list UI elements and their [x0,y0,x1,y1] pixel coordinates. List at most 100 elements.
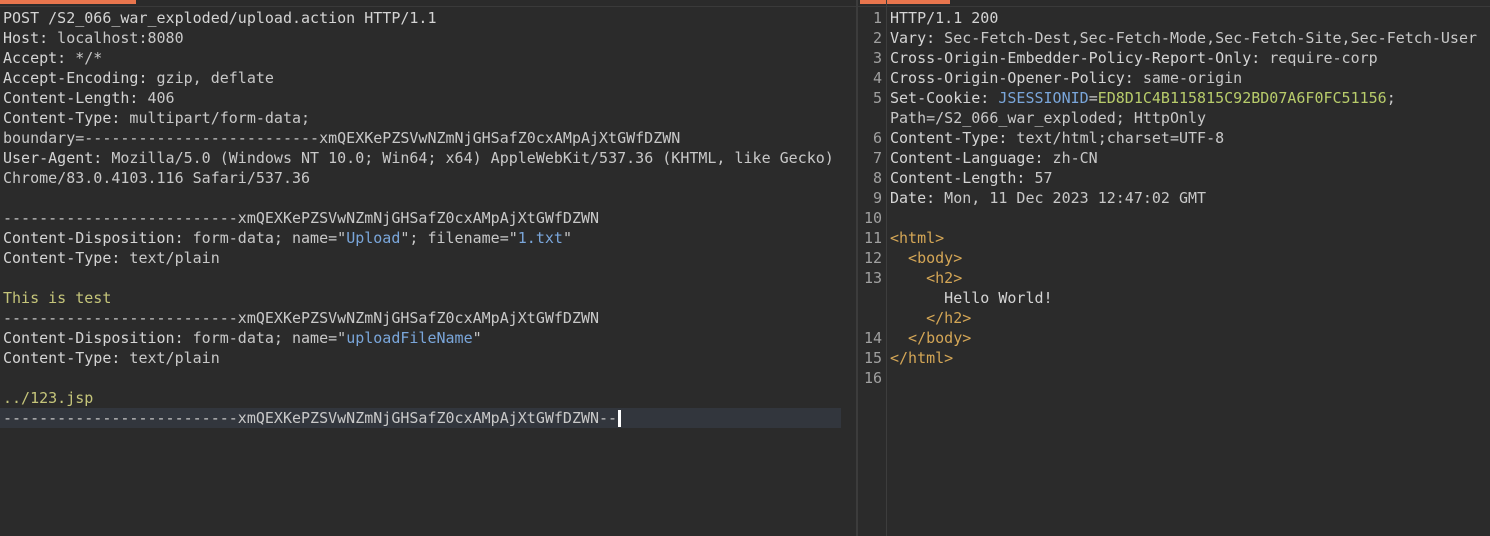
line-number: 14 [863,329,882,347]
response-line-1: 1 HTTP/1.1 200 [858,8,1490,28]
disp-text: form-data; name=" [183,329,347,347]
header-name: Content-Length: [890,169,1026,187]
response-line-3: 3 Cross-Origin-Embedder-Policy-Report-Onl… [858,48,1490,68]
header-host: Host: localhost:8080 [0,28,856,48]
response-line-8: 8 Content-Length: 57 [858,168,1490,188]
line-number [858,108,890,128]
header-value: text/html;charset=UTF-8 [1007,129,1225,147]
header-value: Sec-Fetch-Dest,Sec-Fetch-Mode,Sec-Fetch-… [935,29,1478,47]
response-text[interactable]: 1 HTTP/1.1 200 2 Vary: Sec-Fetch-Dest,Sec-… [858,8,1490,388]
h2-open-tag: <h2> [890,269,963,287]
line-number: 8 [872,169,882,187]
header-value: require-corp [1260,49,1378,67]
disp-text: " [472,329,482,347]
response-line-13-text: Hello World! [858,288,1490,308]
line-number: 3 [872,49,882,67]
part2-content-disposition: Content-Disposition: form-data; name="up… [0,328,856,348]
header-name: Content-Disposition: [3,329,184,347]
line-number: 4 [872,69,882,87]
response-line-6: 6 Content-Type: text/html;charset=UTF-8 [858,128,1490,148]
header-name: Content-Language: [890,149,1044,167]
header-value: Mon, 11 Dec 2023 12:47:02 GMT [935,189,1207,207]
response-line-12: 12 <body> [858,248,1490,268]
line-number: 11 [863,229,882,247]
request-text[interactable]: POST /S2_066_war_exploded/upload.action … [0,8,856,428]
line-number: 6 [872,129,882,147]
header-name: Date: [890,189,936,207]
line-number: 12 [863,249,882,267]
cookie-value: ED8D1C4B115815C92BD07A6F0FC51156 [1097,89,1387,107]
boundary-line: --------------------------xmQEXKePZSVwNZ… [3,209,600,227]
header-user-agent: User-Agent: Mozilla/5.0 (Windows NT 10.0… [0,148,856,168]
line-number [858,308,890,328]
request-editor-pane[interactable]: POST /S2_066_war_exploded/upload.action … [0,0,856,536]
body-open-tag: <body> [890,249,963,267]
header-name: Content-Disposition: [3,229,184,247]
header-name: Cross-Origin-Embedder-Policy-Report-Only… [890,49,1261,67]
filename: 1.txt [517,229,563,247]
body-close-tag: </body> [890,329,972,347]
cookie-equals: = [1088,89,1098,107]
h2-text: Hello World! [890,289,1053,307]
header-content-length: Content-Length: 406 [0,88,856,108]
header-value: multipart/form-data; [120,109,311,127]
part1-body: This is test [3,289,112,307]
status-line: HTTP/1.1 200 [890,9,999,27]
line-number: 10 [863,209,882,227]
header-value: */* [66,49,103,67]
disp-text: form-data; name=" [183,229,347,247]
header-value: same-origin [1133,69,1243,87]
boundary-param: boundary=--------------------------xmQEX… [3,129,681,147]
response-line-4: 4 Cross-Origin-Opener-Policy: same-origin [858,68,1490,88]
h2-close-tag: </h2> [890,309,972,327]
line-number: 1 [872,9,882,27]
header-name: Accept: [3,49,67,67]
header-name: Content-Type: [3,249,121,267]
field-name: uploadFileName [346,329,473,347]
header-value: text/plain [120,249,220,267]
header-name: Content-Type: [890,129,1008,147]
cookie-separator: ; [1386,89,1396,107]
header-name: Cross-Origin-Opener-Policy: [890,69,1134,87]
part2-content-type: Content-Type: text/plain [0,348,856,368]
response-line-5: 5 Set-Cookie: JSESSIONID=ED8D1C4B115815C9… [858,88,1490,108]
header-accept: Accept: */* [0,48,856,68]
response-tab-bar [858,0,1490,7]
response-viewer-pane[interactable]: 1 HTTP/1.1 200 2 Vary: Sec-Fetch-Dest,Sec-… [858,0,1490,536]
header-content-type: Content-Type: multipart/form-data; [0,108,856,128]
request-line: POST /S2_066_war_exploded/upload.action … [3,9,437,27]
field-name: Upload [346,229,401,247]
header-name: Vary: [890,29,936,47]
part1-content-disposition: Content-Disposition: form-data; name="Up… [0,228,856,248]
line-number: 5 [872,89,882,107]
header-value: zh-CN [1043,149,1098,167]
response-line-13-close: </h2> [858,308,1490,328]
header-name: Host: [3,29,49,47]
closing-boundary: --------------------------xmQEXKePZSVwNZ… [3,409,618,427]
request-tab-indicator[interactable] [0,0,136,4]
line-number [858,288,890,308]
part2-body: ../123.jsp [3,389,94,407]
cookie-name: JSESSIONID [989,89,1089,107]
header-value: text/plain [120,349,220,367]
disp-text: "; filename=" [400,229,518,247]
response-line-15: 15 </html> [858,348,1490,368]
response-line-14: 14 </body> [858,328,1490,348]
line-number: 2 [872,29,882,47]
html-close-tag: </html> [890,349,954,367]
response-line-2: 2 Vary: Sec-Fetch-Dest,Sec-Fetch-Mode,Sec… [858,28,1490,48]
response-line-9: 9 Date: Mon, 11 Dec 2023 12:47:02 GMT [858,188,1490,208]
boundary-line: --------------------------xmQEXKePZSVwNZ… [3,309,600,327]
header-value: gzip, deflate [147,69,274,87]
header-accept-encoding: Accept-Encoding: gzip, deflate [0,68,856,88]
header-name: Content-Length: [3,89,139,107]
header-name: Content-Type: [3,109,121,127]
text-caret [618,410,622,427]
header-name: Content-Type: [3,349,121,367]
line-number: 15 [863,349,882,367]
header-name: Set-Cookie: [890,89,990,107]
response-line-7: 7 Content-Language: zh-CN [858,148,1490,168]
line-number: 13 [863,269,882,287]
line-number: 7 [872,149,882,167]
